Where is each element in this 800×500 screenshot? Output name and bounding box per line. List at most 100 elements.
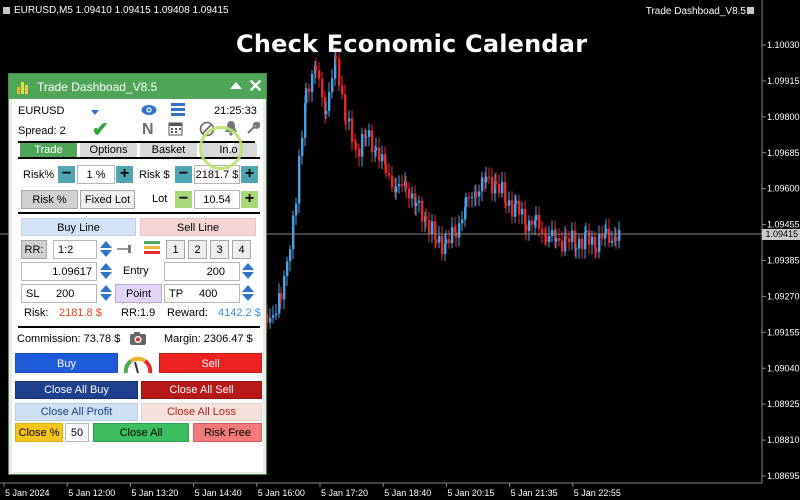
sell-button[interactable]: Sell <box>159 353 262 373</box>
candle-body <box>505 202 508 206</box>
rr-input[interactable]: 1:2 <box>53 240 97 259</box>
indicator-menu-icon[interactable] <box>747 7 754 14</box>
point-mode-button[interactable]: Point <box>115 284 162 303</box>
fixed-lot-mode-button[interactable]: Fixed Lot <box>80 190 135 209</box>
close-pct-button[interactable]: Close % <box>15 423 63 442</box>
news-icon[interactable]: N <box>142 121 154 139</box>
candle-body <box>408 188 411 199</box>
rr-button[interactable]: RR: <box>21 240 47 259</box>
candle-body <box>471 197 474 199</box>
candle-body <box>561 240 564 252</box>
x-tick-label: 5 Jan 17:20 <box>321 488 368 498</box>
lot-input[interactable]: 10.54 <box>194 190 240 209</box>
close-pct-input[interactable]: 50 <box>65 423 89 442</box>
candle-body <box>298 155 301 204</box>
minimize-icon[interactable] <box>230 82 242 89</box>
candle-body <box>521 208 524 215</box>
clock-text: 21:25:33 <box>214 105 257 117</box>
risk-pct-input[interactable]: 1 % <box>77 165 115 184</box>
candle-body <box>518 200 521 215</box>
close-all-profit-button[interactable]: Close All Profit <box>15 403 138 421</box>
candle-body <box>305 88 308 104</box>
rr-preset-3-button[interactable]: 3 <box>210 240 229 259</box>
candle-body <box>535 214 538 221</box>
candle-body <box>280 293 283 300</box>
lot-minus-button[interactable]: − <box>175 191 192 208</box>
candle-body <box>491 177 494 194</box>
wrench-icon[interactable] <box>246 121 260 135</box>
close-all-button[interactable]: Close All <box>93 423 189 442</box>
margin-text: Margin: 2306.47 $ <box>164 333 253 345</box>
y-tick-label: 1.09600 <box>767 184 800 194</box>
candle-body <box>451 227 454 243</box>
candle-body <box>338 58 341 86</box>
close-all-buy-button[interactable]: Close All Buy <box>15 381 138 399</box>
chevron-down-icon[interactable] <box>91 110 99 115</box>
tp-spinner[interactable] <box>242 284 254 302</box>
candle-body <box>355 143 358 149</box>
candle-body <box>301 137 304 156</box>
candle-body <box>591 236 594 245</box>
camera-icon[interactable] <box>129 331 147 346</box>
candle-body <box>461 219 464 224</box>
candle-body <box>475 191 478 197</box>
close-all-sell-button[interactable]: Close All Sell <box>141 381 262 399</box>
sl-input[interactable]: SL 200 <box>21 284 97 303</box>
eye-icon[interactable] <box>141 104 157 116</box>
candle-body <box>508 200 511 206</box>
candle-body <box>275 313 278 316</box>
buy-button[interactable]: Buy <box>15 353 118 373</box>
y-tick-label: 1.09915 <box>767 76 800 86</box>
calendar-icon[interactable] <box>168 121 183 136</box>
gauge-icon[interactable] <box>123 353 153 375</box>
buy-line-button[interactable]: Buy Line <box>21 218 136 236</box>
tab-basket[interactable]: Basket <box>140 143 197 157</box>
rr-preset-4-button[interactable]: 4 <box>232 240 251 259</box>
risk-free-button[interactable]: Risk Free <box>193 423 262 442</box>
close-icon[interactable]: ✕ <box>248 76 263 96</box>
entry-price-spinner[interactable] <box>100 262 112 280</box>
candle-body <box>605 228 608 233</box>
risk-usd-minus-button[interactable]: − <box>175 166 192 183</box>
risk-pct-minus-button[interactable]: − <box>58 166 75 183</box>
x-tick-label: 5 Jan 20:15 <box>447 488 494 498</box>
symbol-select[interactable]: EURUSD <box>18 105 64 117</box>
risk-usd-plus-button[interactable]: + <box>241 166 258 183</box>
section-divider-2 <box>18 326 260 328</box>
close-all-loss-button[interactable]: Close All Loss <box>141 403 262 421</box>
entry-points-input[interactable]: 200 <box>164 262 240 281</box>
x-tick-label: 5 Jan 14:40 <box>195 488 242 498</box>
check-icon[interactable]: ✔ <box>92 117 109 142</box>
tab-trade[interactable]: Trade <box>20 143 77 157</box>
levels-icon[interactable] <box>144 241 160 255</box>
tab-options[interactable]: Options <box>80 143 137 157</box>
lot-plus-button[interactable]: + <box>241 191 258 208</box>
list-icon[interactable] <box>171 103 185 117</box>
rr-preset-2-button[interactable]: 2 <box>188 240 207 259</box>
candle-body <box>375 147 378 151</box>
entry-points-spinner[interactable] <box>242 262 254 280</box>
candle-body <box>548 236 551 242</box>
candle-body <box>545 235 548 242</box>
sell-line-button[interactable]: Sell Line <box>140 218 256 236</box>
entry-price-input[interactable]: 1.09617 <box>21 262 97 281</box>
chart-menu-icon[interactable] <box>3 7 10 14</box>
y-tick-label: 1.08925 <box>767 399 800 409</box>
tp-input[interactable]: TP 400 <box>164 284 240 303</box>
sl-spinner[interactable] <box>100 284 112 302</box>
candle-body <box>598 234 601 252</box>
candle-body <box>283 275 286 300</box>
candle-body <box>448 239 451 243</box>
spread-text: Spread: 2 <box>18 125 66 137</box>
rr-preset-1-button[interactable]: 1 <box>166 240 185 259</box>
candle-body <box>415 202 418 207</box>
candle-body <box>538 214 541 229</box>
rr-spinner[interactable] <box>100 240 112 258</box>
candle-body <box>468 196 471 198</box>
candle-body <box>361 133 364 157</box>
reward-label: Reward: <box>167 307 208 319</box>
candle-body <box>555 238 558 242</box>
risk-pct-mode-button[interactable]: Risk % <box>21 190 78 209</box>
risk-pct-plus-button[interactable]: + <box>116 166 133 183</box>
panel-title-bar[interactable]: Trade Dashboad_V8.5 ✕ <box>9 74 266 99</box>
